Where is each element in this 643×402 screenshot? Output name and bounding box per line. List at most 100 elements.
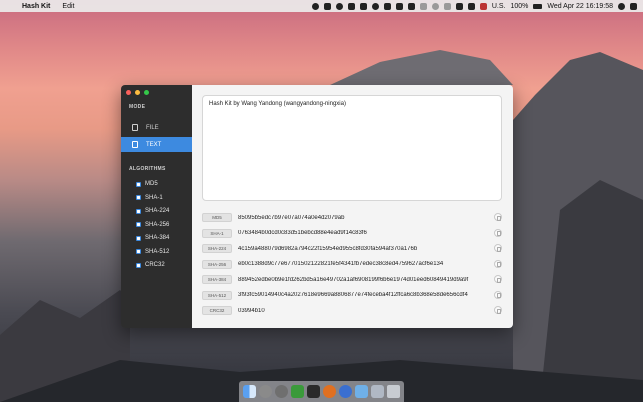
result-row-md5: MD5 85095b5edc7b97e07a074a0e4d2079ab — [202, 212, 504, 223]
algorithm-label: SHA-512 — [145, 248, 170, 255]
app-menu[interactable]: Hash Kit — [22, 3, 50, 10]
volume-icon[interactable] — [467, 2, 475, 10]
launchpad-icon[interactable] — [259, 385, 272, 398]
hash-value[interactable]: 85095b5edc7b97e07a074a0e4d2079ab — [238, 215, 490, 221]
status-icon[interactable] — [419, 2, 427, 10]
hash-value[interactable]: 4c159a488079d6982a794c22f15954ed955c8fd3… — [238, 246, 490, 252]
copy-icon[interactable] — [494, 228, 502, 237]
status-icon[interactable] — [323, 2, 331, 10]
status-icon[interactable] — [407, 2, 415, 10]
trash-icon[interactable] — [387, 385, 400, 398]
algorithm-checkbox-md5[interactable]: MD5 — [136, 181, 158, 187]
algorithm-label: SHA-256 — [145, 221, 170, 228]
checkbox-checked-icon — [136, 181, 141, 187]
status-icon[interactable] — [359, 2, 367, 10]
algorithm-checkbox-crc32[interactable]: CRC32 — [136, 262, 165, 268]
checkbox-checked-icon — [136, 249, 141, 254]
algorithms-heading: ALGORITHMS — [129, 166, 166, 172]
terminal-icon[interactable] — [307, 385, 320, 398]
status-icon[interactable] — [443, 2, 451, 10]
checkbox-checked-icon — [136, 262, 141, 268]
settings-icon[interactable] — [275, 385, 288, 398]
algorithm-checkbox-sha1[interactable]: SHA-1 — [136, 195, 163, 201]
copy-icon[interactable] — [494, 306, 502, 314]
notification-center-icon[interactable] — [630, 2, 637, 10]
checkbox-checked-icon — [136, 208, 141, 214]
copy-icon[interactable] — [494, 259, 502, 268]
battery-icon[interactable] — [533, 3, 543, 9]
edit-menu[interactable]: Edit — [62, 3, 74, 10]
status-area: U.S. 100% Wed Apr 22 16:19:58 — [311, 0, 637, 12]
input-source-label[interactable]: U.S. — [492, 3, 506, 10]
algorithm-badge: SHA-1 — [202, 228, 232, 238]
status-icon[interactable] — [395, 2, 403, 10]
result-row-sha1: SHA-1 0763484b0dcd0c83d51bebcd88e4ead9f1… — [202, 228, 504, 239]
algorithm-label: SHA-224 — [145, 208, 170, 214]
result-row-sha224: SHA-224 4c159a488079d6982a794c22f15954ed… — [202, 243, 504, 254]
copy-icon[interactable] — [494, 244, 502, 252]
algorithm-badge: MD5 — [202, 213, 232, 222]
hash-value[interactable]: 0763484b0dcd0c83d51bebcd88e4ead9f14c83f6 — [238, 230, 490, 236]
algorithm-badge: SHA-224 — [202, 244, 232, 253]
hash-value[interactable]: 889452edbe0b9e1fd262bd5a16e49702a1af6908… — [238, 277, 490, 283]
algorithm-checkbox-sha256[interactable]: SHA-256 — [136, 222, 169, 228]
status-icon[interactable] — [335, 2, 343, 10]
battery-label[interactable]: 100% — [510, 3, 528, 10]
preview-icon[interactable] — [371, 385, 384, 398]
copy-icon[interactable] — [494, 275, 502, 283]
result-row-sha384: SHA-384 889452edbe0b9e1fd262bd5a16e49702… — [202, 274, 504, 285]
copy-icon[interactable] — [494, 290, 502, 299]
input-text-area[interactable]: Hash Kit by Wang Yandong (wangyandong-ni… — [202, 95, 502, 201]
mode-file[interactable]: FILE — [121, 120, 192, 135]
algorithm-label: MD5 — [145, 181, 158, 187]
checkbox-checked-icon — [136, 222, 141, 227]
spotlight-icon[interactable] — [618, 2, 625, 10]
status-icon[interactable] — [311, 2, 319, 10]
hash-value[interactable]: eb0c1388d9c77e67701502122821fe5f4341fb7e… — [238, 261, 490, 267]
algorithm-badge: SHA-512 — [202, 290, 232, 300]
menu-bar: Hash Kit Edit U.S. 100% Wed Apr 22 16:19… — [0, 0, 643, 12]
folder-icon[interactable] — [355, 385, 368, 398]
algorithm-checkbox-sha224[interactable]: SHA-224 — [136, 208, 169, 214]
xcode-icon[interactable] — [339, 385, 352, 398]
mode-text-label: TEXT — [146, 141, 162, 148]
firefox-icon[interactable] — [323, 385, 336, 398]
mode-heading: MODE — [129, 104, 146, 110]
algorithm-checkbox-sha384[interactable]: SHA-384 — [136, 235, 169, 241]
main-panel: Hash Kit by Wang Yandong (wangyandong-ni… — [192, 85, 513, 328]
result-row-sha512: SHA-512 3f93fc59014940c4a2027618e9669a88… — [202, 290, 504, 301]
status-icon[interactable] — [431, 2, 439, 10]
app-store-icon[interactable] — [291, 385, 304, 398]
sidebar: MODE FILE TEXT ALGORITHMS MD5 SHA-1 SHA-… — [121, 85, 192, 328]
wifi-icon[interactable] — [455, 2, 463, 10]
text-document-icon — [132, 141, 138, 148]
algorithm-badge: SHA-384 — [202, 275, 232, 284]
status-icon[interactable] — [383, 2, 391, 10]
algorithm-badge: SHA-256 — [202, 259, 232, 269]
flag-icon[interactable] — [479, 2, 487, 10]
hash-kit-window: MODE FILE TEXT ALGORITHMS MD5 SHA-1 SHA-… — [121, 85, 513, 328]
mode-file-label: FILE — [146, 124, 159, 131]
clock[interactable]: Wed Apr 22 16:19:58 — [547, 3, 613, 10]
finder-icon[interactable] — [243, 385, 256, 398]
status-icon[interactable] — [371, 2, 379, 10]
checkbox-checked-icon — [136, 235, 141, 241]
result-row-crc32: CRC32 03994b10 — [202, 305, 504, 316]
minimize-window-button[interactable] — [135, 90, 140, 95]
algorithm-label: CRC32 — [145, 262, 165, 268]
file-icon — [132, 124, 138, 131]
zoom-window-button[interactable] — [144, 90, 149, 95]
checkbox-checked-icon — [136, 195, 141, 200]
copy-icon[interactable] — [494, 213, 502, 221]
close-window-button[interactable] — [126, 90, 131, 95]
algorithm-checkbox-sha512[interactable]: SHA-512 — [136, 249, 169, 255]
window-controls — [126, 90, 149, 95]
hash-value[interactable]: 03994b10 — [238, 308, 490, 314]
algorithm-badge: CRC32 — [202, 306, 232, 315]
mode-text[interactable]: TEXT — [121, 137, 192, 152]
result-row-sha256: SHA-256 eb0c1388d9c77e67701502122821fe5f… — [202, 259, 504, 270]
algorithm-label: SHA-384 — [145, 235, 170, 241]
dock — [239, 381, 404, 402]
status-icon[interactable] — [347, 2, 355, 10]
hash-value[interactable]: 3f93fc59014940c4a2027618e9669a8806877e74… — [238, 292, 490, 298]
